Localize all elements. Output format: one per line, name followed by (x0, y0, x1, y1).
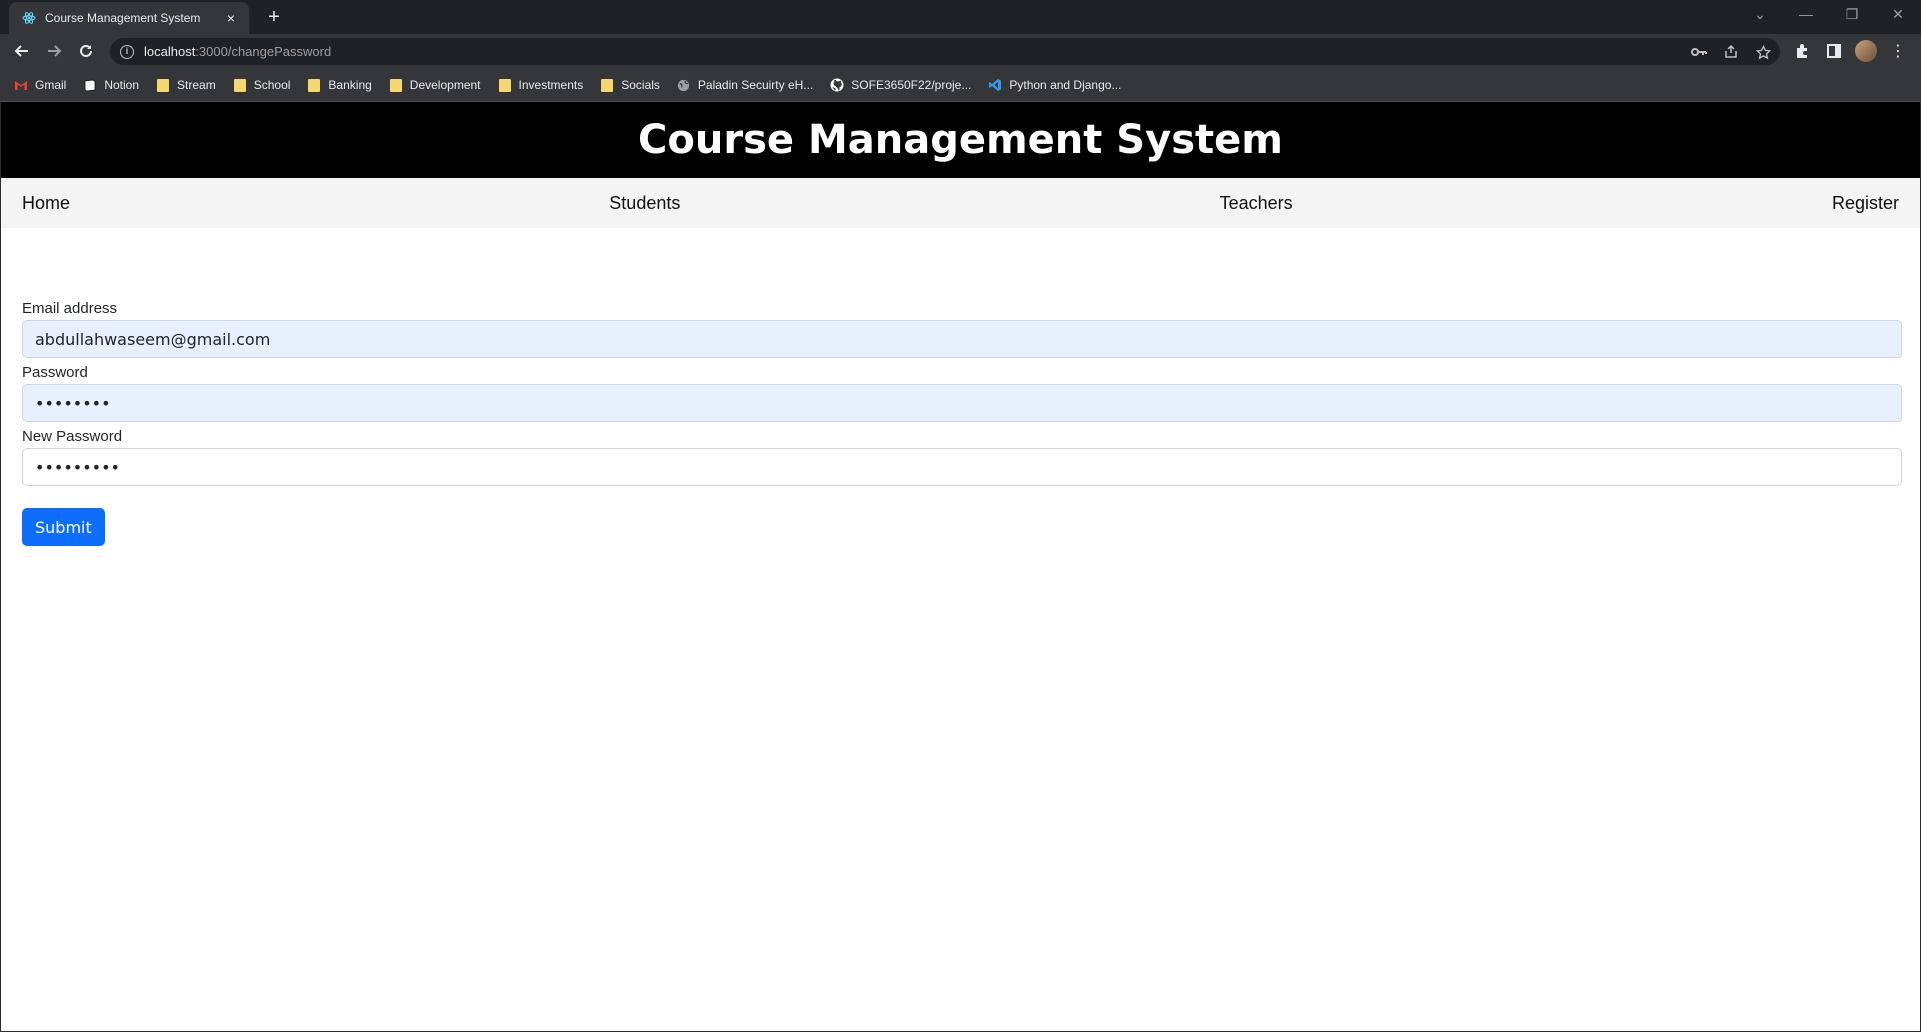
browser-tabstrip: Course Management System × + ⌄ — ❐ ✕ (0, 0, 1921, 34)
bookmark-label: Investments (518, 78, 584, 92)
folder-icon (498, 78, 512, 92)
bookmark-label: School (253, 78, 291, 92)
url-path: :3000/changePassword (195, 44, 332, 59)
nav-teachers-link[interactable]: Teachers (1220, 193, 1293, 214)
password-label: Password (22, 364, 88, 381)
react-icon (21, 10, 37, 26)
vscode-icon (988, 78, 1002, 92)
bookmark-python-django[interactable]: Python and Django... (988, 78, 1121, 92)
address-bar[interactable]: i localhost :3000/changePassword (110, 38, 1780, 65)
url-host: localhost (144, 44, 196, 59)
bookmark-paladin[interactable]: Paladin Secuirty eH... (677, 78, 813, 92)
browser-tab[interactable]: Course Management System × (9, 2, 249, 34)
reload-icon[interactable] (74, 39, 98, 63)
bookmark-label: Stream (177, 78, 216, 92)
share-icon[interactable] (1720, 41, 1742, 63)
email-label: Email address (22, 300, 118, 317)
bookmark-label: SOFE3650F22/proje... (851, 78, 972, 92)
notion-icon (83, 78, 97, 92)
bookmark-gmail[interactable]: Gmail (14, 78, 66, 92)
bookmark-school[interactable]: School (233, 78, 291, 92)
profile-avatar[interactable] (1854, 39, 1878, 63)
more-menu-icon[interactable]: ⋮ (1886, 39, 1910, 63)
bookmark-banking[interactable]: Banking (307, 78, 372, 92)
bookmark-label: Python and Django... (1009, 78, 1122, 92)
folder-icon (156, 78, 170, 92)
bookmark-notion[interactable]: Notion (83, 78, 139, 92)
folder-icon (600, 78, 614, 92)
avatar (1855, 40, 1877, 62)
bookmarks-bar: Gmail Notion Stream School Banking Devel… (0, 69, 1921, 102)
new-tab-button[interactable]: + (262, 6, 286, 30)
password-field[interactable] (22, 384, 1902, 422)
bookmark-development[interactable]: Development (389, 78, 481, 92)
new-password-field[interactable] (22, 448, 1902, 486)
bookmark-label: Banking (328, 78, 372, 92)
change-password-form: Email address Password New Password Subm… (22, 298, 1902, 546)
bookmark-github[interactable]: SOFE3650F22/proje... (830, 78, 971, 92)
folder-icon (233, 78, 247, 92)
bookmark-label: Paladin Secuirty eH... (697, 78, 814, 92)
bookmark-label: Socials (621, 78, 660, 92)
app-header: Course Management System (1, 102, 1920, 178)
star-icon[interactable] (1752, 41, 1774, 63)
submit-button[interactable]: Submit (22, 508, 105, 546)
forward-icon[interactable] (42, 39, 66, 63)
browser-toolbar: i localhost :3000/changePassword ⋮ (0, 34, 1921, 69)
nav-register-link[interactable]: Register (1832, 193, 1899, 214)
bookmark-label: Gmail (35, 78, 67, 92)
email-field[interactable] (22, 320, 1902, 358)
bookmark-stream[interactable]: Stream (156, 78, 216, 92)
nav-home-link[interactable]: Home (22, 193, 70, 214)
nav-students-link[interactable]: Students (609, 193, 680, 214)
key-icon[interactable] (1688, 41, 1710, 63)
close-window-icon[interactable]: ✕ (1878, 4, 1918, 24)
globe-icon (677, 78, 691, 92)
gmail-icon (14, 78, 28, 92)
bookmark-socials[interactable]: Socials (600, 78, 660, 92)
folder-icon (307, 78, 321, 92)
new-password-label: New Password (22, 428, 123, 445)
site-info-icon[interactable]: i (120, 44, 134, 59)
bookmark-label: Notion (104, 78, 140, 92)
web-page: Course Management System Home Students T… (0, 102, 1921, 1032)
top-nav: Home Students Teachers Register (1, 178, 1920, 228)
bookmark-label: Development (409, 78, 481, 92)
folder-icon (389, 78, 403, 92)
tab-search-icon[interactable]: ⌄ (1740, 4, 1780, 24)
bookmark-investments[interactable]: Investments (498, 78, 584, 92)
minimize-icon[interactable]: — (1786, 4, 1826, 24)
restore-icon[interactable]: ❐ (1832, 4, 1872, 24)
page-title: Course Management System (638, 117, 1283, 163)
side-panel-icon[interactable] (1822, 39, 1846, 63)
github-icon (830, 78, 844, 92)
close-tab-icon[interactable]: × (223, 10, 239, 26)
extensions-icon[interactable] (1790, 39, 1814, 63)
tab-title: Course Management System (45, 11, 201, 25)
back-icon[interactable] (10, 39, 34, 63)
